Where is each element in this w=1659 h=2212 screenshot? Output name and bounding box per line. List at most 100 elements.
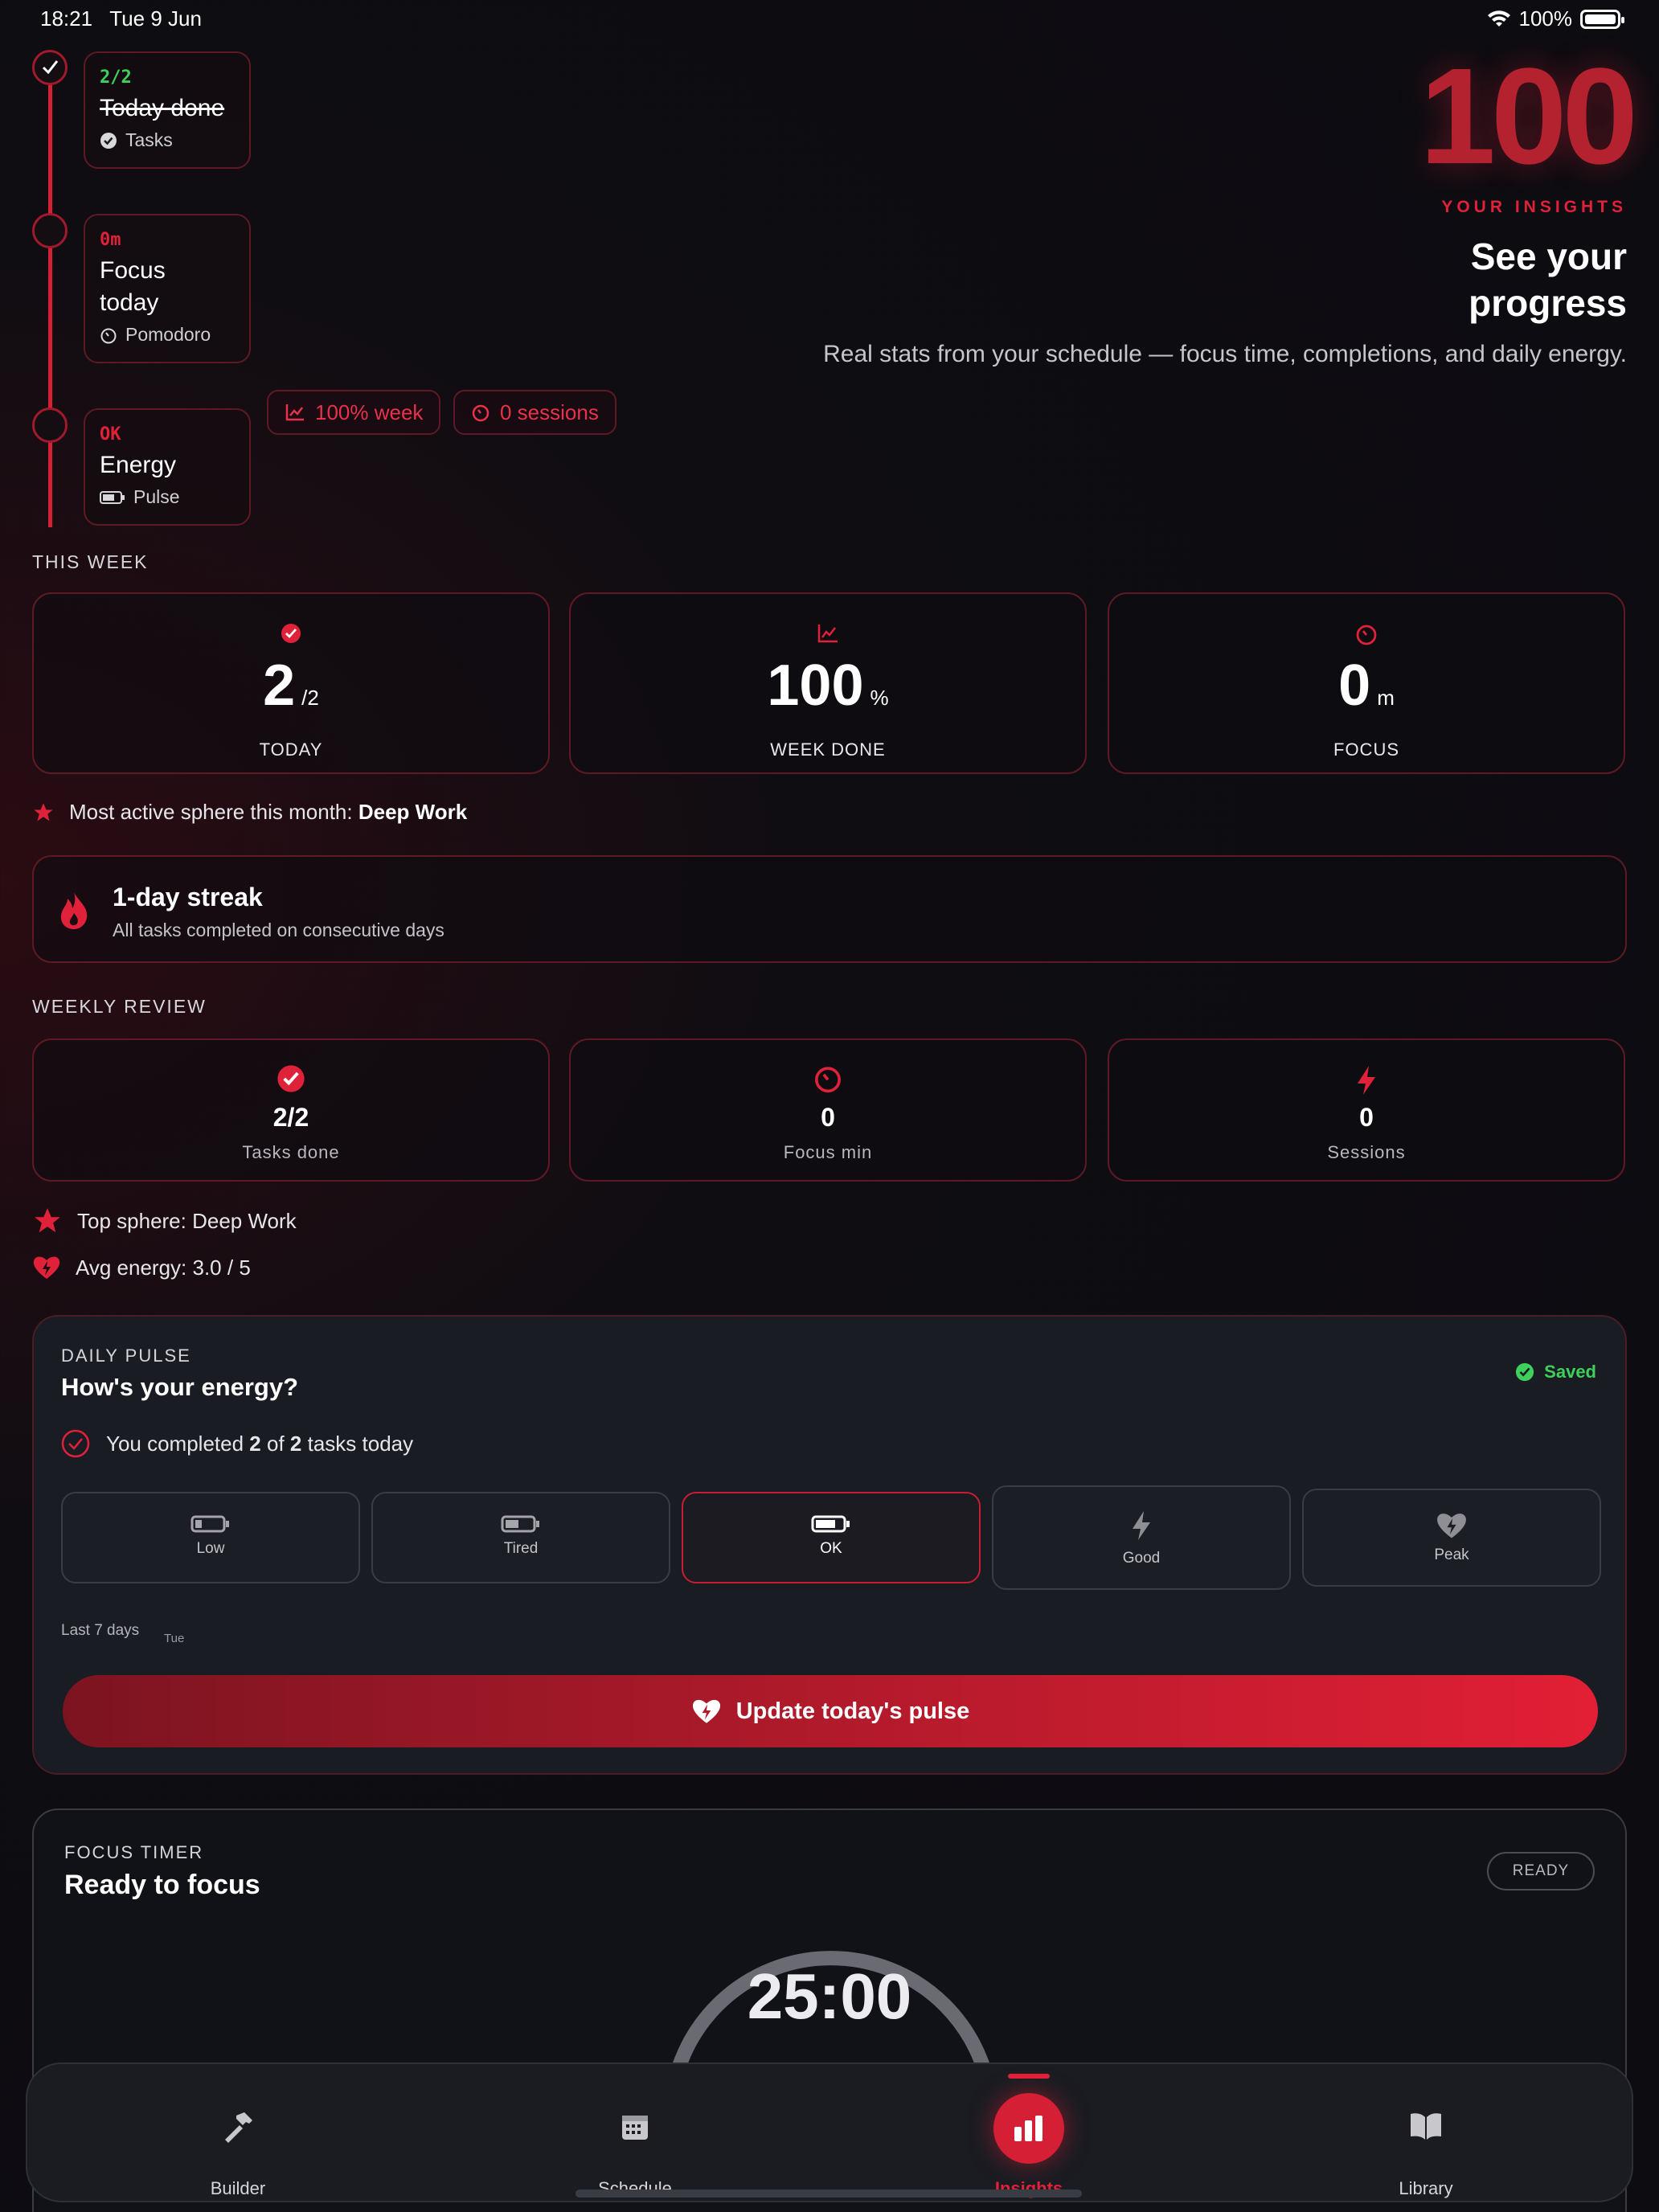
- daily-pulse-panel: DAILY PULSE How's your energy? Saved You…: [32, 1315, 1627, 1775]
- stat-label: FOCUS: [1333, 739, 1399, 760]
- timeline-sub: Pomodoro: [100, 324, 235, 346]
- insights-icon-bubble: [993, 2093, 1064, 2164]
- stat-card-focus[interactable]: 0m FOCUS: [1108, 592, 1625, 774]
- streak-card[interactable]: 1-day streak All tasks completed on cons…: [32, 855, 1627, 963]
- battery-icon: [1580, 9, 1624, 29]
- stat-card-today[interactable]: 2/2 TODAY: [32, 592, 550, 774]
- battery-percent: 100%: [1518, 6, 1573, 31]
- timeline-sub-label: Pomodoro: [125, 324, 211, 345]
- sessions-pill-label: 0 sessions: [500, 399, 599, 424]
- timeline-sub-label: Tasks: [125, 129, 173, 150]
- check-icon: [42, 60, 59, 75]
- completed-summary: You completed 2 of 2 tasks today: [61, 1429, 413, 1458]
- hero-kicker: YOUR INSIGHTS: [1441, 198, 1627, 216]
- timeline-sub: Tasks: [100, 129, 235, 151]
- most-active-prefix: Most active sphere this month:: [69, 800, 353, 824]
- trend-chart-icon: [817, 625, 838, 643]
- update-pulse-label: Update today's pulse: [735, 1698, 970, 1724]
- stat-card-week-done[interactable]: 100% WEEK DONE: [569, 592, 1087, 774]
- energy-option-low[interactable]: Low: [61, 1492, 360, 1583]
- top-sphere-label: Top sphere: Deep Work: [77, 1208, 297, 1233]
- hero-description: Real stats from your schedule — focus ti…: [823, 341, 1627, 367]
- timer-icon: [472, 404, 490, 422]
- stat-label: TODAY: [259, 739, 323, 760]
- status-time: 18:21: [40, 6, 93, 31]
- tab-library[interactable]: Library: [1329, 2064, 1522, 2198]
- hero-title: See your progress: [1469, 233, 1627, 326]
- daily-pulse-question: How's your energy?: [61, 1373, 299, 1401]
- sessions-pill[interactable]: 0 sessions: [453, 390, 616, 435]
- review-card-tasks[interactable]: 2/2 Tasks done: [32, 1038, 550, 1182]
- review-value: 0: [1359, 1103, 1374, 1132]
- timer-icon: [815, 1067, 841, 1093]
- energy-option-label: Good: [1122, 1550, 1161, 1567]
- review-card-sessions[interactable]: 0 Sessions: [1108, 1038, 1625, 1182]
- review-value: 0: [821, 1103, 835, 1132]
- timeline-card-energy[interactable]: OK Energy Pulse: [84, 408, 251, 526]
- check-circle-icon: [1516, 1362, 1534, 1382]
- last-7-days-day: Tue: [164, 1632, 185, 1645]
- week-pill-label: 100% week: [315, 399, 424, 424]
- wifi-icon: [1487, 10, 1510, 27]
- calendar-icon: [622, 2116, 648, 2140]
- star-icon: [34, 802, 53, 821]
- timeline-title: Focus today: [100, 257, 166, 316]
- timeline-dot-done: [32, 50, 68, 85]
- timer-display: 25:00: [747, 1960, 912, 2032]
- review-label: Tasks done: [242, 1142, 340, 1162]
- tab-builder[interactable]: Builder: [141, 2064, 334, 2198]
- timer-icon: [1356, 625, 1377, 645]
- timeline-line: [48, 53, 52, 527]
- review-label: Sessions: [1327, 1142, 1406, 1162]
- section-label-this-week: THIS WEEK: [32, 551, 149, 572]
- review-card-focus[interactable]: 0 Focus min: [569, 1038, 1087, 1182]
- bolt-icon: [1358, 1066, 1375, 1095]
- check-circle-outline-icon: [61, 1429, 90, 1458]
- energy-option-good[interactable]: Good: [992, 1485, 1291, 1590]
- last-7-days-label: Last 7 days: [61, 1622, 140, 1639]
- energy-option-label: Peak: [1434, 1546, 1469, 1563]
- heart-bolt-icon: [1437, 1514, 1466, 1538]
- completed-prefix: You completed: [106, 1431, 244, 1456]
- top-sphere: Top sphere: Deep Work: [32, 1206, 297, 1236]
- saved-label: Saved: [1544, 1362, 1596, 1382]
- battery-icon: [100, 490, 125, 504]
- energy-option-ok[interactable]: OK: [682, 1492, 981, 1583]
- trend-chart-icon: [285, 404, 304, 421]
- bar-chart-icon: [1014, 2116, 1043, 2141]
- energy-option-peak[interactable]: Peak: [1302, 1489, 1601, 1587]
- status-bar-left: 18:21 Tue 9 Jun: [40, 6, 202, 31]
- battery-mid-icon: [501, 1515, 539, 1533]
- stat-label: WEEK DONE: [770, 739, 886, 760]
- timeline-tag: 2/2: [100, 68, 132, 88]
- most-active-sphere: Most active sphere this month: Deep Work: [32, 800, 467, 825]
- hammer-icon: [225, 2112, 252, 2143]
- tab-schedule[interactable]: Schedule: [539, 2064, 731, 2198]
- focus-timer-title: Ready to focus: [64, 1870, 260, 1900]
- timeline-dot: [32, 408, 68, 443]
- update-pulse-button[interactable]: Update today's pulse: [63, 1675, 1598, 1747]
- timeline-tag: 0m: [100, 230, 121, 250]
- flame-icon: [60, 892, 88, 929]
- heart-bolt-icon: [692, 1699, 720, 1723]
- energy-option-tired[interactable]: Tired: [371, 1492, 670, 1583]
- daily-pulse-label: DAILY PULSE: [61, 1346, 191, 1366]
- bolt-icon: [1133, 1511, 1150, 1540]
- star-icon: [35, 1208, 60, 1233]
- timeline-card-focus[interactable]: 0m Focus today Pomodoro: [84, 214, 251, 363]
- timeline-card-tasks[interactable]: 2/2 Today done Tasks: [84, 51, 251, 169]
- stat-value: 100%: [767, 653, 889, 718]
- completed-total: 2: [289, 1431, 302, 1456]
- saved-badge: Saved: [1515, 1362, 1596, 1382]
- active-tab-indicator: [1008, 2074, 1050, 2079]
- week-pill[interactable]: 100% week: [267, 390, 441, 435]
- hero-number: 100: [1419, 40, 1638, 193]
- completed-done: 2: [249, 1431, 261, 1456]
- tab-bar: Builder Schedule Insights Library: [26, 2062, 1633, 2202]
- completed-mid: of: [267, 1431, 285, 1456]
- timeline-sub-label: Pulse: [133, 486, 180, 507]
- timeline-title: Energy: [100, 452, 177, 478]
- timer-icon: [100, 328, 117, 343]
- stat-value: 2/2: [263, 653, 319, 718]
- timeline-tag: OK: [100, 424, 121, 444]
